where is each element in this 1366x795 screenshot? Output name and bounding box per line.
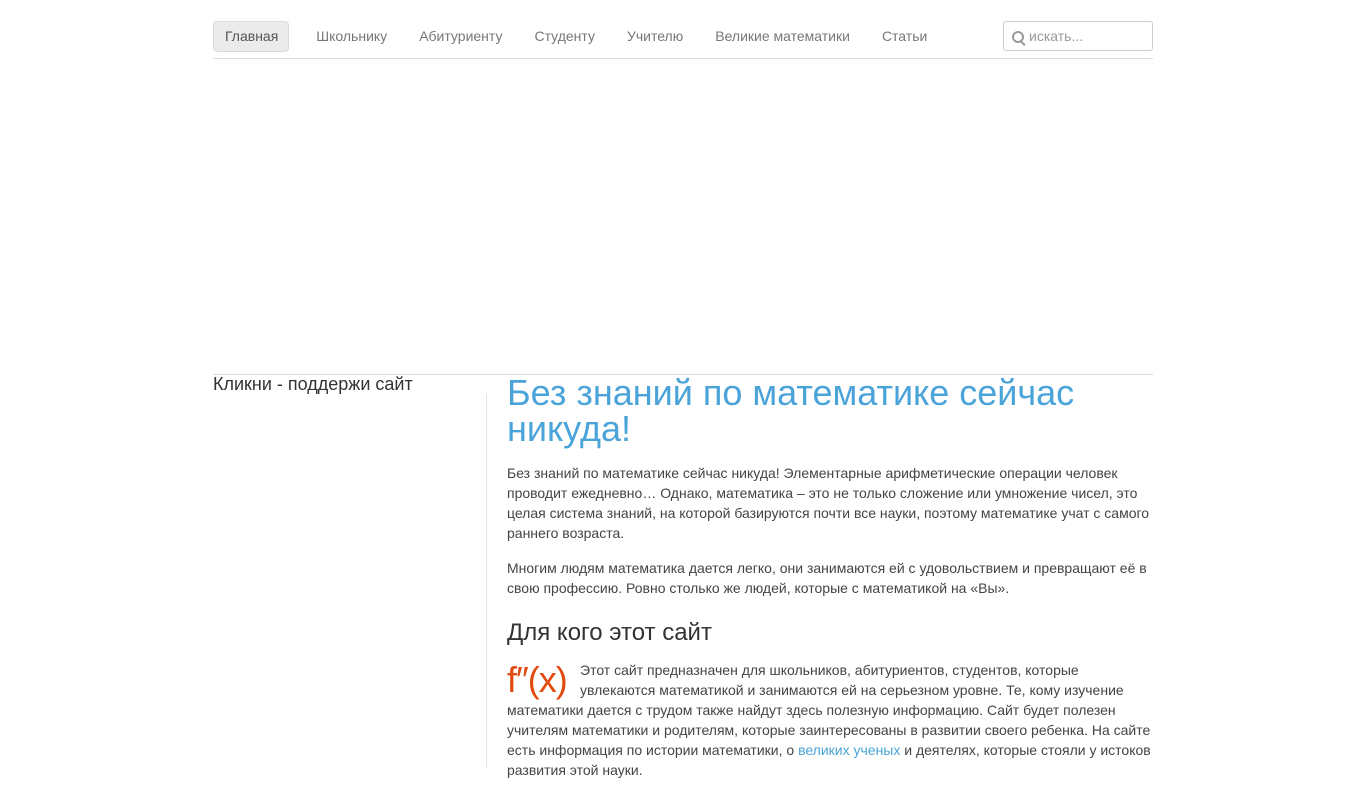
- nav-item-articles[interactable]: Статьи: [866, 21, 943, 52]
- main-content: Без знаний по математике сейчас никуда! …: [507, 374, 1153, 795]
- nav-item-student[interactable]: Студенту: [518, 21, 610, 52]
- page-container: Главная Школьнику Абитуриенту Студенту У…: [213, 0, 1153, 778]
- nav-item-applicant[interactable]: Абитуриенту: [403, 21, 518, 52]
- second-paragraph: Многим людям математика дается легко, он…: [507, 560, 1147, 596]
- search-box[interactable]: [1003, 21, 1153, 51]
- page-title: Без знаний по математике сейчас никуда!: [507, 372, 1075, 449]
- nav-item-home[interactable]: Главная: [213, 21, 290, 52]
- search-input[interactable]: [1029, 26, 1147, 46]
- intro-paragraph: Без знаний по математике сейчас никуда! …: [507, 465, 1150, 541]
- main-nav: Главная Школьнику Абитуриенту Студенту У…: [213, 21, 943, 52]
- section-title-audience: Для кого этот сайт: [507, 619, 712, 646]
- sidebar-title: Кликни - поддержи сайт: [213, 374, 413, 394]
- top-navbar: Главная Школьнику Абитуриенту Студенту У…: [213, 0, 1153, 59]
- derivative-logo-icon: f″(x): [507, 659, 568, 700]
- sidebar: Кликни - поддержи сайт: [213, 374, 486, 394]
- sidebar-divider: [486, 394, 487, 768]
- nav-item-teacher[interactable]: Учителю: [611, 21, 699, 52]
- search-icon: [1012, 31, 1024, 43]
- nav-item-schoolchild[interactable]: Школьнику: [300, 21, 403, 52]
- ad-banner-area: [213, 59, 1153, 375]
- great-scientists-link[interactable]: великих ученых: [798, 742, 900, 758]
- nav-item-great-mathematicians[interactable]: Великие математики: [699, 21, 866, 52]
- audience-paragraph: f″(x) Этот сайт предназначен для школьник…: [507, 660, 1153, 780]
